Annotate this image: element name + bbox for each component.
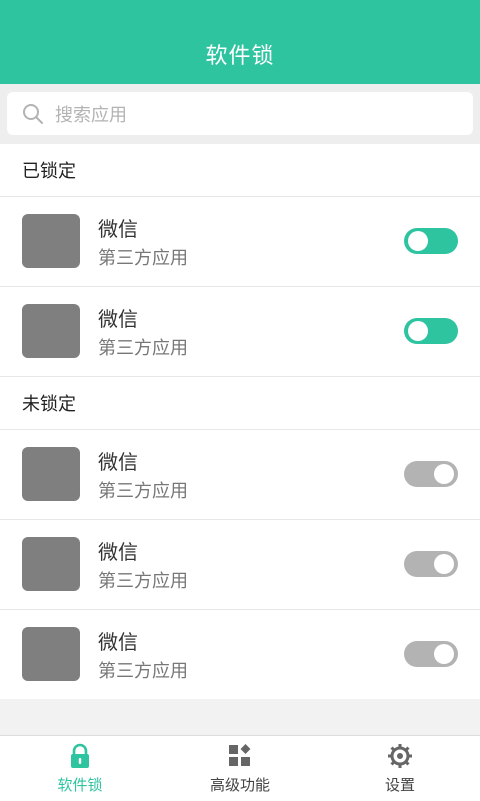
list-item[interactable]: 微信 第三方应用	[0, 520, 480, 610]
app-type: 第三方应用	[98, 571, 188, 592]
app-icon	[22, 304, 80, 358]
page-title: 软件锁	[205, 44, 275, 69]
lock-toggle[interactable]	[404, 551, 458, 577]
lock-icon	[71, 743, 89, 768]
app-name: 微信	[98, 217, 138, 241]
app-list: 已锁定 微信 第三方应用 微信 第三方应用 未锁定 微信 第三方应用 微信 第三…	[0, 144, 480, 699]
toggle-knob	[434, 464, 454, 484]
lock-toggle[interactable]	[404, 228, 458, 254]
list-item[interactable]: 微信 第三方应用	[0, 287, 480, 377]
lock-toggle[interactable]	[404, 641, 458, 667]
app-type: 第三方应用	[98, 661, 188, 682]
gear-icon	[388, 744, 412, 768]
app-icon	[22, 627, 80, 681]
bottom-tab-bar: 软件锁 高级功能 设置	[0, 735, 480, 801]
list-item[interactable]: 微信 第三方应用	[0, 610, 480, 699]
app-icon	[22, 214, 80, 268]
app-type: 第三方应用	[98, 481, 188, 502]
tab-label: 设置	[384, 776, 415, 794]
lock-toggle[interactable]	[404, 318, 458, 344]
list-item[interactable]: 微信 第三方应用	[0, 197, 480, 287]
app-name: 微信	[98, 630, 138, 654]
app-icon	[22, 537, 80, 591]
toggle-knob	[408, 321, 428, 341]
app-name: 微信	[98, 307, 138, 331]
tab-advanced[interactable]: 高级功能	[160, 736, 320, 801]
app-type: 第三方应用	[98, 338, 188, 359]
app-name: 微信	[98, 450, 138, 474]
tab-label: 高级功能	[209, 776, 270, 794]
search-icon	[23, 103, 43, 124]
toggle-knob	[434, 644, 454, 664]
tab-software-lock[interactable]: 软件锁	[0, 736, 160, 801]
section-header-unlocked: 未锁定	[0, 377, 480, 430]
search-bar-area: 搜索应用	[0, 84, 480, 144]
app-icon	[22, 447, 80, 501]
tab-label: 软件锁	[57, 776, 103, 794]
section-header-locked: 已锁定	[0, 144, 480, 197]
lock-toggle[interactable]	[404, 461, 458, 487]
list-item[interactable]: 微信 第三方应用	[0, 430, 480, 520]
tab-settings[interactable]: 设置	[320, 736, 480, 801]
toggle-knob	[408, 231, 428, 251]
app-type: 第三方应用	[98, 248, 188, 269]
search-input[interactable]: 搜索应用	[7, 92, 473, 135]
app-header: 软件锁	[0, 0, 480, 84]
toggle-knob	[434, 554, 454, 574]
search-placeholder: 搜索应用	[55, 104, 127, 126]
grid-icon	[229, 744, 251, 766]
app-name: 微信	[98, 540, 138, 564]
